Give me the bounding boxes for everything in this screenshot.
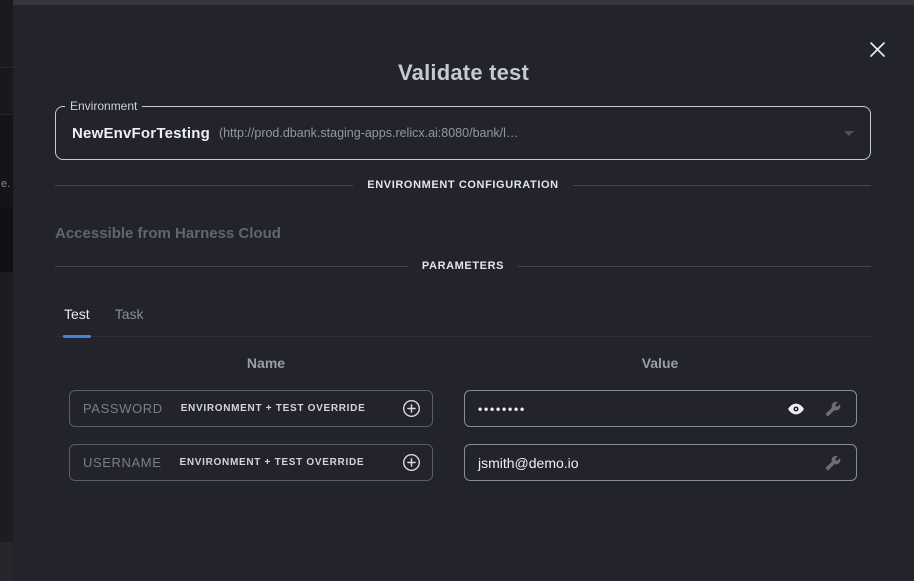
param-name-label: PASSWORD — [83, 401, 163, 416]
chevron-down-icon — [844, 131, 854, 136]
environment-name: NewEnvForTesting — [72, 125, 210, 142]
background-sidebar: e. — [0, 0, 13, 581]
screen: e. Validate test Environment NewEnvForTe… — [0, 0, 914, 581]
sidebar-segment — [0, 542, 13, 581]
divider-line — [573, 185, 871, 186]
add-override-button[interactable] — [401, 453, 421, 473]
param-name-username: USERNAME ENVIRONMENT + TEST OVERRIDE — [69, 444, 433, 481]
tab-task-label: Task — [115, 306, 144, 322]
tab-test[interactable]: Test — [64, 306, 90, 336]
wrench-icon — [825, 455, 841, 471]
environment-url: (http://prod.dbank.staging-apps.relicx.a… — [219, 126, 518, 140]
sidebar-segment — [0, 208, 13, 272]
add-override-button[interactable] — [401, 399, 421, 419]
sidebar-segment — [0, 69, 13, 115]
divider-line — [55, 266, 408, 267]
environment-select-label: Environment — [65, 99, 142, 113]
configure-password-button[interactable] — [823, 399, 843, 419]
parameters-tabs: Test Task — [55, 301, 871, 337]
parameters-heading: PARAMETERS — [422, 260, 504, 272]
environment-configuration-divider: ENVIRONMENT CONFIGURATION — [55, 178, 871, 192]
password-value: •••••••• — [478, 402, 526, 416]
reveal-password-button[interactable] — [786, 399, 806, 419]
parameters-divider: PARAMETERS — [55, 259, 871, 273]
modal-title: Validate test — [13, 60, 914, 86]
close-icon — [869, 41, 886, 58]
column-header-name: Name — [196, 355, 336, 371]
divider-line — [518, 266, 871, 267]
param-name-label: USERNAME — [83, 455, 161, 470]
wrench-icon — [825, 401, 841, 417]
tab-task[interactable]: Task — [115, 306, 144, 336]
tab-test-label: Test — [64, 306, 90, 322]
environment-select[interactable]: Environment NewEnvForTesting (http://pro… — [55, 106, 871, 160]
column-header-value: Value — [590, 355, 730, 371]
plus-circle-icon — [402, 453, 421, 472]
param-value-username-field[interactable]: jsmith@demo.io — [464, 444, 857, 481]
eye-icon — [787, 402, 805, 416]
divider-line — [55, 185, 353, 186]
sidebar-segment — [0, 0, 13, 68]
plus-circle-icon — [402, 399, 421, 418]
param-override-badge: ENVIRONMENT + TEST OVERRIDE — [181, 403, 366, 414]
param-value-password-field[interactable]: •••••••• — [464, 390, 857, 427]
environment-configuration-heading: ENVIRONMENT CONFIGURATION — [367, 179, 558, 191]
sidebar-truncated-text: e. — [1, 178, 10, 190]
username-value: jsmith@demo.io — [478, 455, 579, 471]
validate-test-modal: Validate test Environment NewEnvForTesti… — [13, 5, 914, 581]
close-button[interactable] — [864, 36, 890, 62]
sidebar-segment — [0, 272, 13, 542]
param-override-badge: ENVIRONMENT + TEST OVERRIDE — [179, 457, 364, 468]
param-name-password: PASSWORD ENVIRONMENT + TEST OVERRIDE — [69, 390, 433, 427]
harness-cloud-note: Accessible from Harness Cloud — [55, 225, 281, 242]
configure-username-button[interactable] — [823, 453, 843, 473]
sidebar-segment — [0, 116, 13, 208]
